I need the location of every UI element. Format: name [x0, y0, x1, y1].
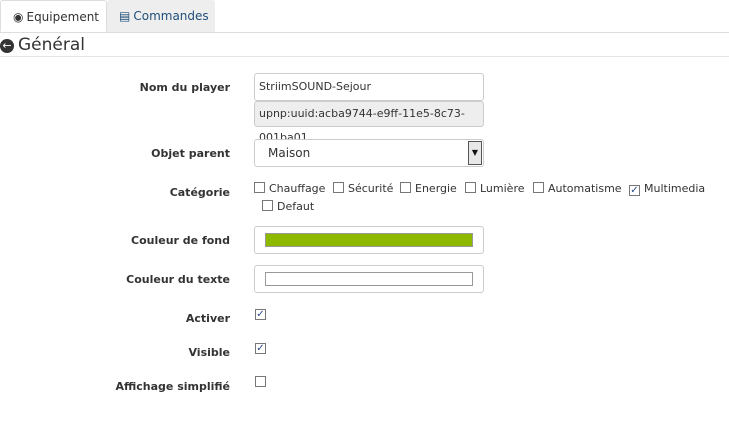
tachometer-icon: ◉ — [13, 10, 24, 24]
category-automatisme-checkbox[interactable] — [533, 182, 544, 193]
activate-checkbox[interactable]: ✓ — [255, 309, 266, 320]
category-multimedia-checkbox[interactable]: ✓ — [629, 185, 640, 196]
simple-display-checkbox[interactable] — [255, 376, 266, 387]
parent-object-select[interactable]: Maison ▼ — [254, 139, 484, 167]
simple-display-label: Affichage simplifié — [115, 380, 230, 393]
bg-color-label: Couleur de fond — [131, 234, 230, 247]
category-securite-checkbox[interactable] — [333, 182, 344, 193]
back-arrow-icon[interactable]: ← — [0, 39, 14, 53]
player-name-input[interactable]: StriimSOUND-Sejour — [254, 73, 484, 101]
tab-equipement-label: Equipement — [26, 10, 100, 24]
activate-label: Activer — [185, 312, 230, 325]
category-chauffage-label: Chauffage — [269, 182, 326, 195]
tab-commandes[interactable]: ▤ Commandes — [107, 0, 215, 32]
parent-object-label: Objet parent — [151, 147, 230, 160]
dropdown-arrow-icon[interactable]: ▼ — [468, 141, 482, 165]
category-defaut-label: Defaut — [277, 200, 315, 213]
category-label: Catégorie — [169, 186, 230, 199]
category-chauffage[interactable]: Chauffage — [254, 182, 325, 195]
section-title-text: Général — [18, 35, 85, 55]
list-icon: ▤ — [119, 9, 131, 23]
category-automatisme-label: Automatisme — [548, 182, 622, 195]
text-color-picker[interactable] — [254, 265, 484, 293]
category-multimedia-label: Multimedia — [644, 182, 706, 195]
tab-bar: ◉ Equipement ▤ Commandes — [0, 0, 729, 33]
text-color-label: Couleur du texte — [126, 273, 230, 286]
section-title: ← Général — [0, 34, 85, 58]
uuid-field: upnp:uuid:acba9744-e9ff-11e5-8c73-001ba0… — [254, 101, 484, 144]
parent-object-value: Maison — [268, 146, 311, 160]
category-automatisme[interactable]: Automatisme — [533, 182, 622, 195]
category-securite[interactable]: Sécurité — [333, 182, 393, 195]
category-chauffage-checkbox[interactable] — [254, 182, 265, 193]
bg-color-swatch — [265, 233, 473, 247]
category-energie-checkbox[interactable] — [400, 182, 411, 193]
category-lumiere[interactable]: Lumière — [465, 182, 525, 195]
tab-commandes-label: Commandes — [133, 9, 209, 23]
category-defaut[interactable]: Defaut — [262, 200, 314, 213]
category-energie-label: Energie — [415, 182, 457, 195]
category-lumiere-checkbox[interactable] — [465, 182, 476, 193]
tab-equipement[interactable]: ◉ Equipement — [0, 0, 107, 32]
category-multimedia[interactable]: ✓ Multimedia — [629, 182, 705, 196]
category-defaut-checkbox[interactable] — [262, 200, 273, 211]
category-securite-label: Sécurité — [348, 182, 394, 195]
category-lumiere-label: Lumière — [480, 182, 525, 195]
category-energie[interactable]: Energie — [400, 182, 457, 195]
section-divider — [0, 56, 729, 57]
visible-label: Visible — [188, 346, 230, 359]
bg-color-picker[interactable] — [254, 226, 484, 254]
text-color-swatch — [265, 272, 473, 286]
player-name-label: Nom du player — [139, 81, 230, 94]
visible-checkbox[interactable]: ✓ — [255, 343, 266, 354]
